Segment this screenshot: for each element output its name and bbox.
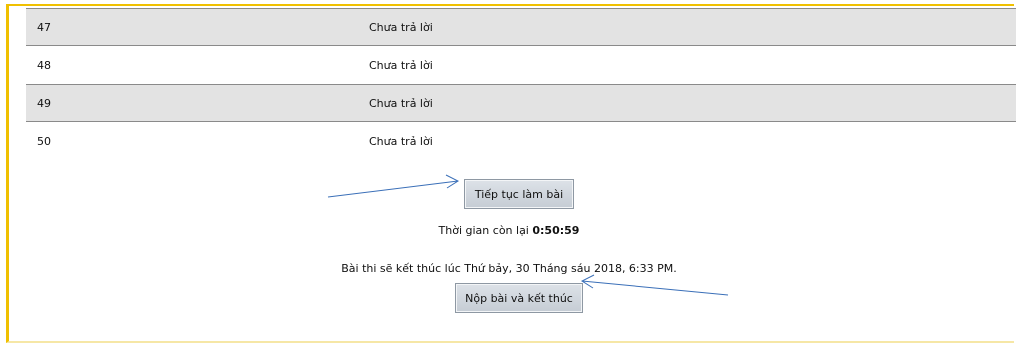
arrow-to-submit-icon — [580, 274, 729, 296]
arrow-to-continue-icon — [327, 174, 460, 198]
annotation-arrows — [327, 174, 729, 296]
